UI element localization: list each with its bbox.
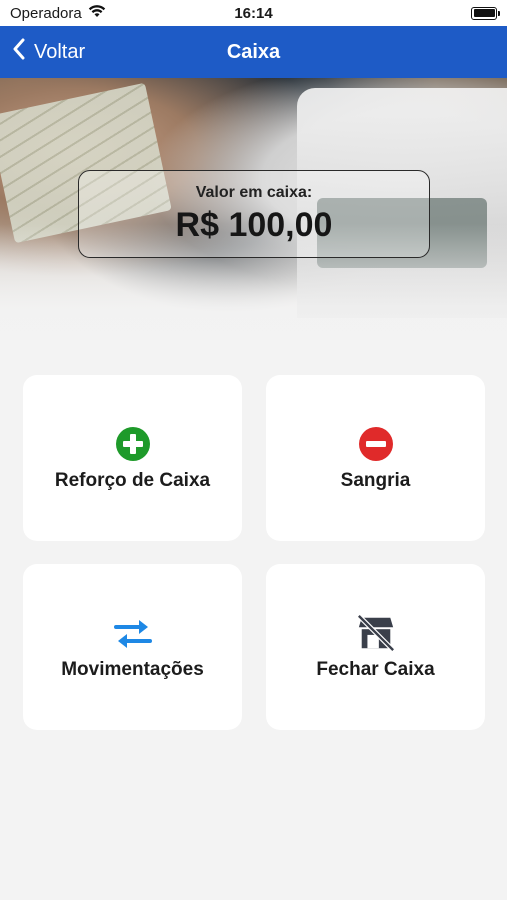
cash-balance-value: R$ 100,00 <box>175 205 333 244</box>
movimentacoes-label: Movimentações <box>61 659 204 680</box>
navigation-bar: Voltar Caixa <box>0 26 507 78</box>
battery-icon <box>471 6 500 20</box>
fechar-caixa-label: Fechar Caixa <box>316 659 435 680</box>
hero-banner: Valor em caixa: R$ 100,00 <box>0 78 507 364</box>
status-bar: Operadora 16:14 <box>0 0 507 26</box>
reforco-de-caixa-button[interactable]: Reforço de Caixa <box>23 375 242 541</box>
plus-circle-icon <box>113 424 153 464</box>
back-label: Voltar <box>34 40 86 63</box>
sangria-label: Sangria <box>340 470 411 491</box>
movimentacoes-button[interactable]: Movimentações <box>23 564 242 730</box>
back-button[interactable]: Voltar <box>12 26 85 78</box>
wifi-icon <box>88 4 106 22</box>
status-left: Operadora <box>10 4 106 22</box>
store-closed-icon <box>356 613 396 653</box>
reforco-de-caixa-label: Reforço de Caixa <box>54 470 211 491</box>
chevron-left-icon <box>12 38 26 66</box>
carrier-label: Operadora <box>10 4 82 22</box>
sangria-button[interactable]: Sangria <box>266 375 485 541</box>
arrows-exchange-icon <box>113 613 153 653</box>
cash-balance-label: Valor em caixa: <box>195 183 313 201</box>
minus-circle-icon <box>356 424 396 464</box>
cash-balance-panel: Valor em caixa: R$ 100,00 <box>78 170 430 258</box>
fechar-caixa-button[interactable]: Fechar Caixa <box>266 564 485 730</box>
